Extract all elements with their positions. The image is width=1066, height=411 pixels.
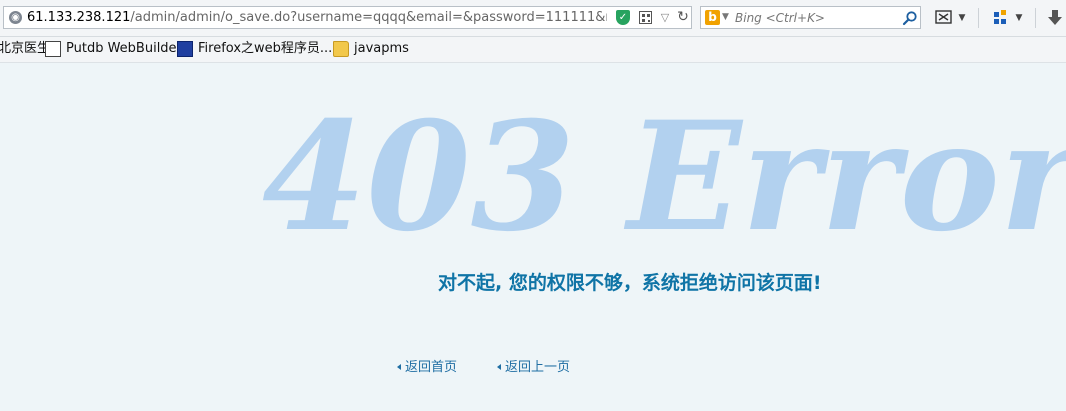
shield-icon[interactable]: ✓: [616, 10, 630, 25]
download-icon[interactable]: [1044, 8, 1066, 28]
bookmarks-bar: 北京医生 Putdb WebBuilder Firefox之web程序员... …: [0, 37, 1066, 63]
address-bar[interactable]: ◉ 61.133.238.121/admin/admin/o_save.do?u…: [3, 6, 692, 29]
bookmark-item[interactable]: 北京医生: [0, 40, 50, 58]
url-path: /admin/admin/o_save.do?username=qqqq&ema…: [130, 10, 607, 25]
error-title: 403 Error: [262, 89, 1066, 265]
bookmark-item[interactable]: Putdb WebBuilder: [45, 40, 182, 58]
back-to-home-link[interactable]: 返回首页: [397, 358, 457, 378]
search-bar[interactable]: b ▼ Bing <Ctrl+K>: [700, 6, 921, 29]
bing-logo[interactable]: b: [705, 10, 720, 25]
qr-icon[interactable]: [639, 11, 652, 24]
search-icon[interactable]: [902, 10, 918, 26]
dropdown-icon[interactable]: ▽: [659, 11, 671, 25]
browser-toolbar: ◉ 61.133.238.121/admin/admin/o_save.do?u…: [0, 0, 1066, 37]
bookmark-label: Firefox之web程序员...: [198, 41, 333, 56]
address-url[interactable]: 61.133.238.121/admin/admin/o_save.do?use…: [27, 10, 607, 26]
bookmark-label: Putdb WebBuilder: [66, 41, 182, 56]
screenshot-dropdown-icon[interactable]: ▼: [956, 9, 968, 27]
screenshot-icon[interactable]: [933, 8, 955, 28]
folder-icon: [333, 40, 349, 57]
search-engine-dropdown-icon[interactable]: ▼: [722, 10, 732, 25]
arrow-left-icon: [497, 364, 501, 370]
bookmark-label: 北京医生: [0, 41, 51, 56]
apps-dropdown-icon[interactable]: ▼: [1013, 9, 1025, 27]
putdb-icon: [45, 40, 61, 57]
arrow-left-icon: [397, 364, 401, 370]
back-previous-link[interactable]: 返回上一页: [497, 358, 570, 378]
firefox-icon: [177, 40, 193, 57]
toolbar-divider: [1035, 8, 1036, 28]
link-label: 返回首页: [405, 360, 458, 375]
url-host: 61.133.238.121: [27, 10, 131, 25]
toolbar-divider: [978, 8, 979, 28]
reload-icon[interactable]: ↻: [676, 9, 690, 25]
link-label: 返回上一页: [505, 360, 571, 375]
search-input[interactable]: Bing <Ctrl+K>: [735, 10, 885, 26]
bookmark-label: javapms: [354, 41, 409, 56]
globe-icon: ◉: [9, 11, 22, 24]
error-message: 对不起, 您的权限不够，系统拒绝访问该页面!: [438, 272, 822, 294]
bookmark-item[interactable]: Firefox之web程序员...: [177, 40, 332, 58]
apps-icon[interactable]: [990, 8, 1012, 28]
bookmark-item[interactable]: javapms: [333, 40, 409, 58]
